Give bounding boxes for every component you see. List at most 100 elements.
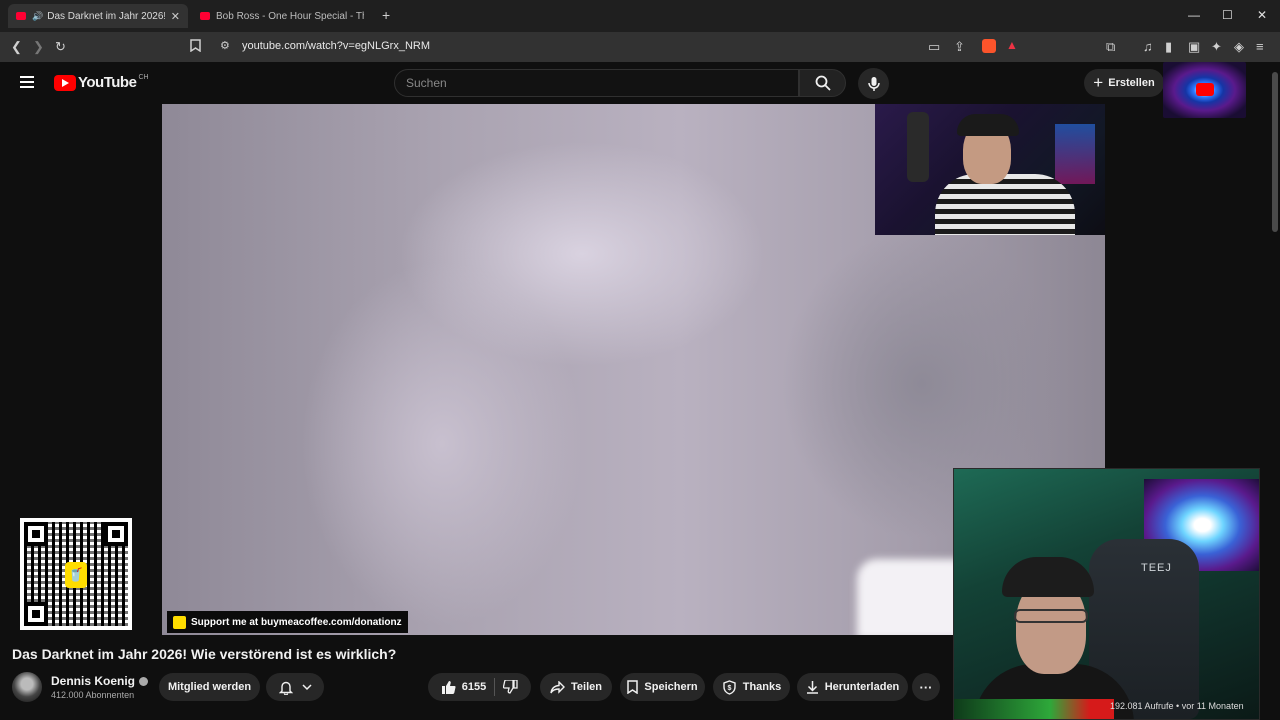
bell-icon (278, 681, 293, 695)
youtube-header: YouTube CH + Erstellen (0, 62, 1280, 104)
leo-ai-icon[interactable]: ✦ (1211, 39, 1222, 55)
share-icon (550, 680, 565, 694)
dislike-button[interactable] (503, 680, 518, 694)
menu-icon[interactable]: ≡ (1256, 39, 1264, 54)
vpn-icon[interactable]: ◈ (1234, 39, 1244, 55)
more-actions-button[interactable]: ··· (912, 673, 940, 701)
verified-badge-icon (139, 677, 149, 687)
browser-toolbar: ❮ ❯ ↻ ⚙ youtube.com/watch?v=egNLGrx_NRM … (0, 32, 1280, 62)
wallet-icon[interactable]: ▣ (1188, 39, 1200, 55)
notification-bell-button[interactable] (266, 673, 324, 701)
guide-menu-icon[interactable] (20, 76, 34, 88)
reader-icon[interactable]: ▮ (1165, 39, 1172, 55)
host-webcam-overlay: TEEJ (953, 468, 1260, 720)
coffee-cup-icon (173, 615, 186, 629)
tab-close-icon[interactable]: ✕ (171, 10, 180, 23)
scrollbar-thumb[interactable] (1272, 72, 1278, 232)
tab-active[interactable]: 🔊 Das Darknet im Jahr 2026! Wi ✕ (8, 4, 188, 28)
create-label: Erstellen (1108, 77, 1155, 89)
youtube-play-icon (54, 74, 76, 91)
site-settings-icon[interactable]: ⚙ (220, 39, 230, 52)
qr-finder (24, 522, 48, 546)
country-code: CH (138, 74, 149, 81)
youtube-favicon-icon (16, 12, 26, 20)
music-icon[interactable]: ♫ (1143, 39, 1153, 54)
thanks-label: Thanks (742, 681, 782, 693)
qr-pattern: 🥤 (24, 522, 128, 626)
join-button[interactable]: Mitglied werden (159, 673, 260, 701)
tab-title: Bob Ross - One Hour Special - The G (216, 10, 364, 22)
save-button[interactable]: Speichern (620, 673, 705, 701)
qr-finder (104, 522, 128, 546)
chair-brand-text: TEEJ (1141, 562, 1172, 574)
coffee-cup-icon: 🥤 (65, 562, 87, 588)
bookmark-icon[interactable] (190, 39, 201, 55)
striped-shirt (935, 174, 1075, 235)
microphone-stand (907, 112, 929, 182)
tab-title: Das Darknet im Jahr 2026! Wi (47, 10, 165, 22)
donation-qr-code: 🥤 (20, 518, 132, 630)
streamer-cap (957, 114, 1019, 136)
logo-text: YouTube (78, 74, 137, 91)
microphone-icon (867, 76, 880, 91)
minimize-button[interactable]: — (1188, 8, 1200, 22)
brave-shields-icon[interactable] (982, 39, 996, 53)
youtube-play-icon (1196, 83, 1214, 96)
share-label: Teilen (571, 681, 602, 693)
search-icon (815, 75, 831, 91)
plus-icon: + (1093, 73, 1104, 92)
view-count-date: 192.081 Aufrufe • vor 11 Monaten (1110, 701, 1244, 711)
video-frame-highlight (857, 559, 967, 635)
thumbs-up-icon (441, 681, 456, 694)
like-dislike-group: 6155 (428, 673, 531, 701)
cast-icon[interactable]: ▭ (928, 39, 940, 55)
neon-light (1055, 124, 1095, 184)
thumbs-down-icon (503, 680, 518, 694)
share-button[interactable]: Teilen (540, 673, 612, 701)
account-avatar[interactable] (1163, 62, 1246, 118)
page-scrollbar[interactable] (1270, 62, 1280, 720)
chevron-down-icon (301, 683, 312, 690)
share-page-icon[interactable]: ⇪ (954, 39, 965, 55)
youtube-logo[interactable]: YouTube CH (54, 74, 149, 91)
subscriber-count: 412.000 Abonnenten (51, 690, 135, 700)
sidebar-icon[interactable]: ⧉ (1106, 39, 1115, 55)
reload-icon[interactable]: ↻ (55, 39, 66, 55)
svg-text:$: $ (727, 685, 731, 692)
search-box[interactable] (394, 69, 799, 97)
like-count: 6155 (461, 681, 487, 693)
divider (494, 678, 496, 696)
host-cap (1002, 557, 1094, 597)
thanks-button[interactable]: $ Thanks (713, 673, 790, 701)
join-label: Mitglied werden (167, 681, 252, 693)
download-button[interactable]: Herunterladen (797, 673, 908, 701)
tab-inactive[interactable]: Bob Ross - One Hour Special - The G (192, 4, 372, 28)
qr-finder (24, 602, 48, 626)
like-button[interactable] (441, 680, 456, 694)
forward-icon[interactable]: ❯ (33, 39, 44, 55)
new-tab-button[interactable]: + (382, 7, 390, 23)
channel-avatar[interactable] (12, 672, 42, 702)
youtube-favicon-icon (200, 12, 210, 20)
download-label: Herunterladen (824, 681, 900, 693)
close-window-button[interactable]: ✕ (1257, 8, 1267, 22)
channel-name-row[interactable]: Dennis Koenig (51, 674, 149, 688)
more-icon: ··· (919, 679, 933, 695)
video-title: Das Darknet im Jahr 2026! Wie verstörend… (12, 646, 397, 662)
host-glasses (1014, 609, 1088, 623)
tab-strip: 🔊 Das Darknet im Jahr 2026! Wi ✕ Bob Ros… (0, 0, 1280, 32)
address-bar[interactable]: youtube.com/watch?v=egNLGrx_NRM (242, 40, 430, 52)
speaker-icon[interactable]: 🔊 (32, 11, 43, 22)
rgb-desk-light (954, 699, 1114, 719)
support-banner-text: Support me at buymeacoffee.com/donationz (191, 616, 402, 628)
bookmark-icon (627, 680, 639, 694)
brave-rewards-icon[interactable]: ▲ (1006, 38, 1020, 52)
maximize-button[interactable]: ☐ (1222, 8, 1233, 22)
channel-name: Dennis Koenig (51, 674, 136, 688)
super-thanks-icon: $ (722, 679, 737, 695)
voice-search-button[interactable] (858, 68, 889, 99)
create-button[interactable]: + Erstellen (1084, 69, 1164, 97)
search-button[interactable] (799, 69, 846, 97)
search-input[interactable] (395, 70, 798, 96)
back-icon[interactable]: ❮ (11, 39, 22, 55)
